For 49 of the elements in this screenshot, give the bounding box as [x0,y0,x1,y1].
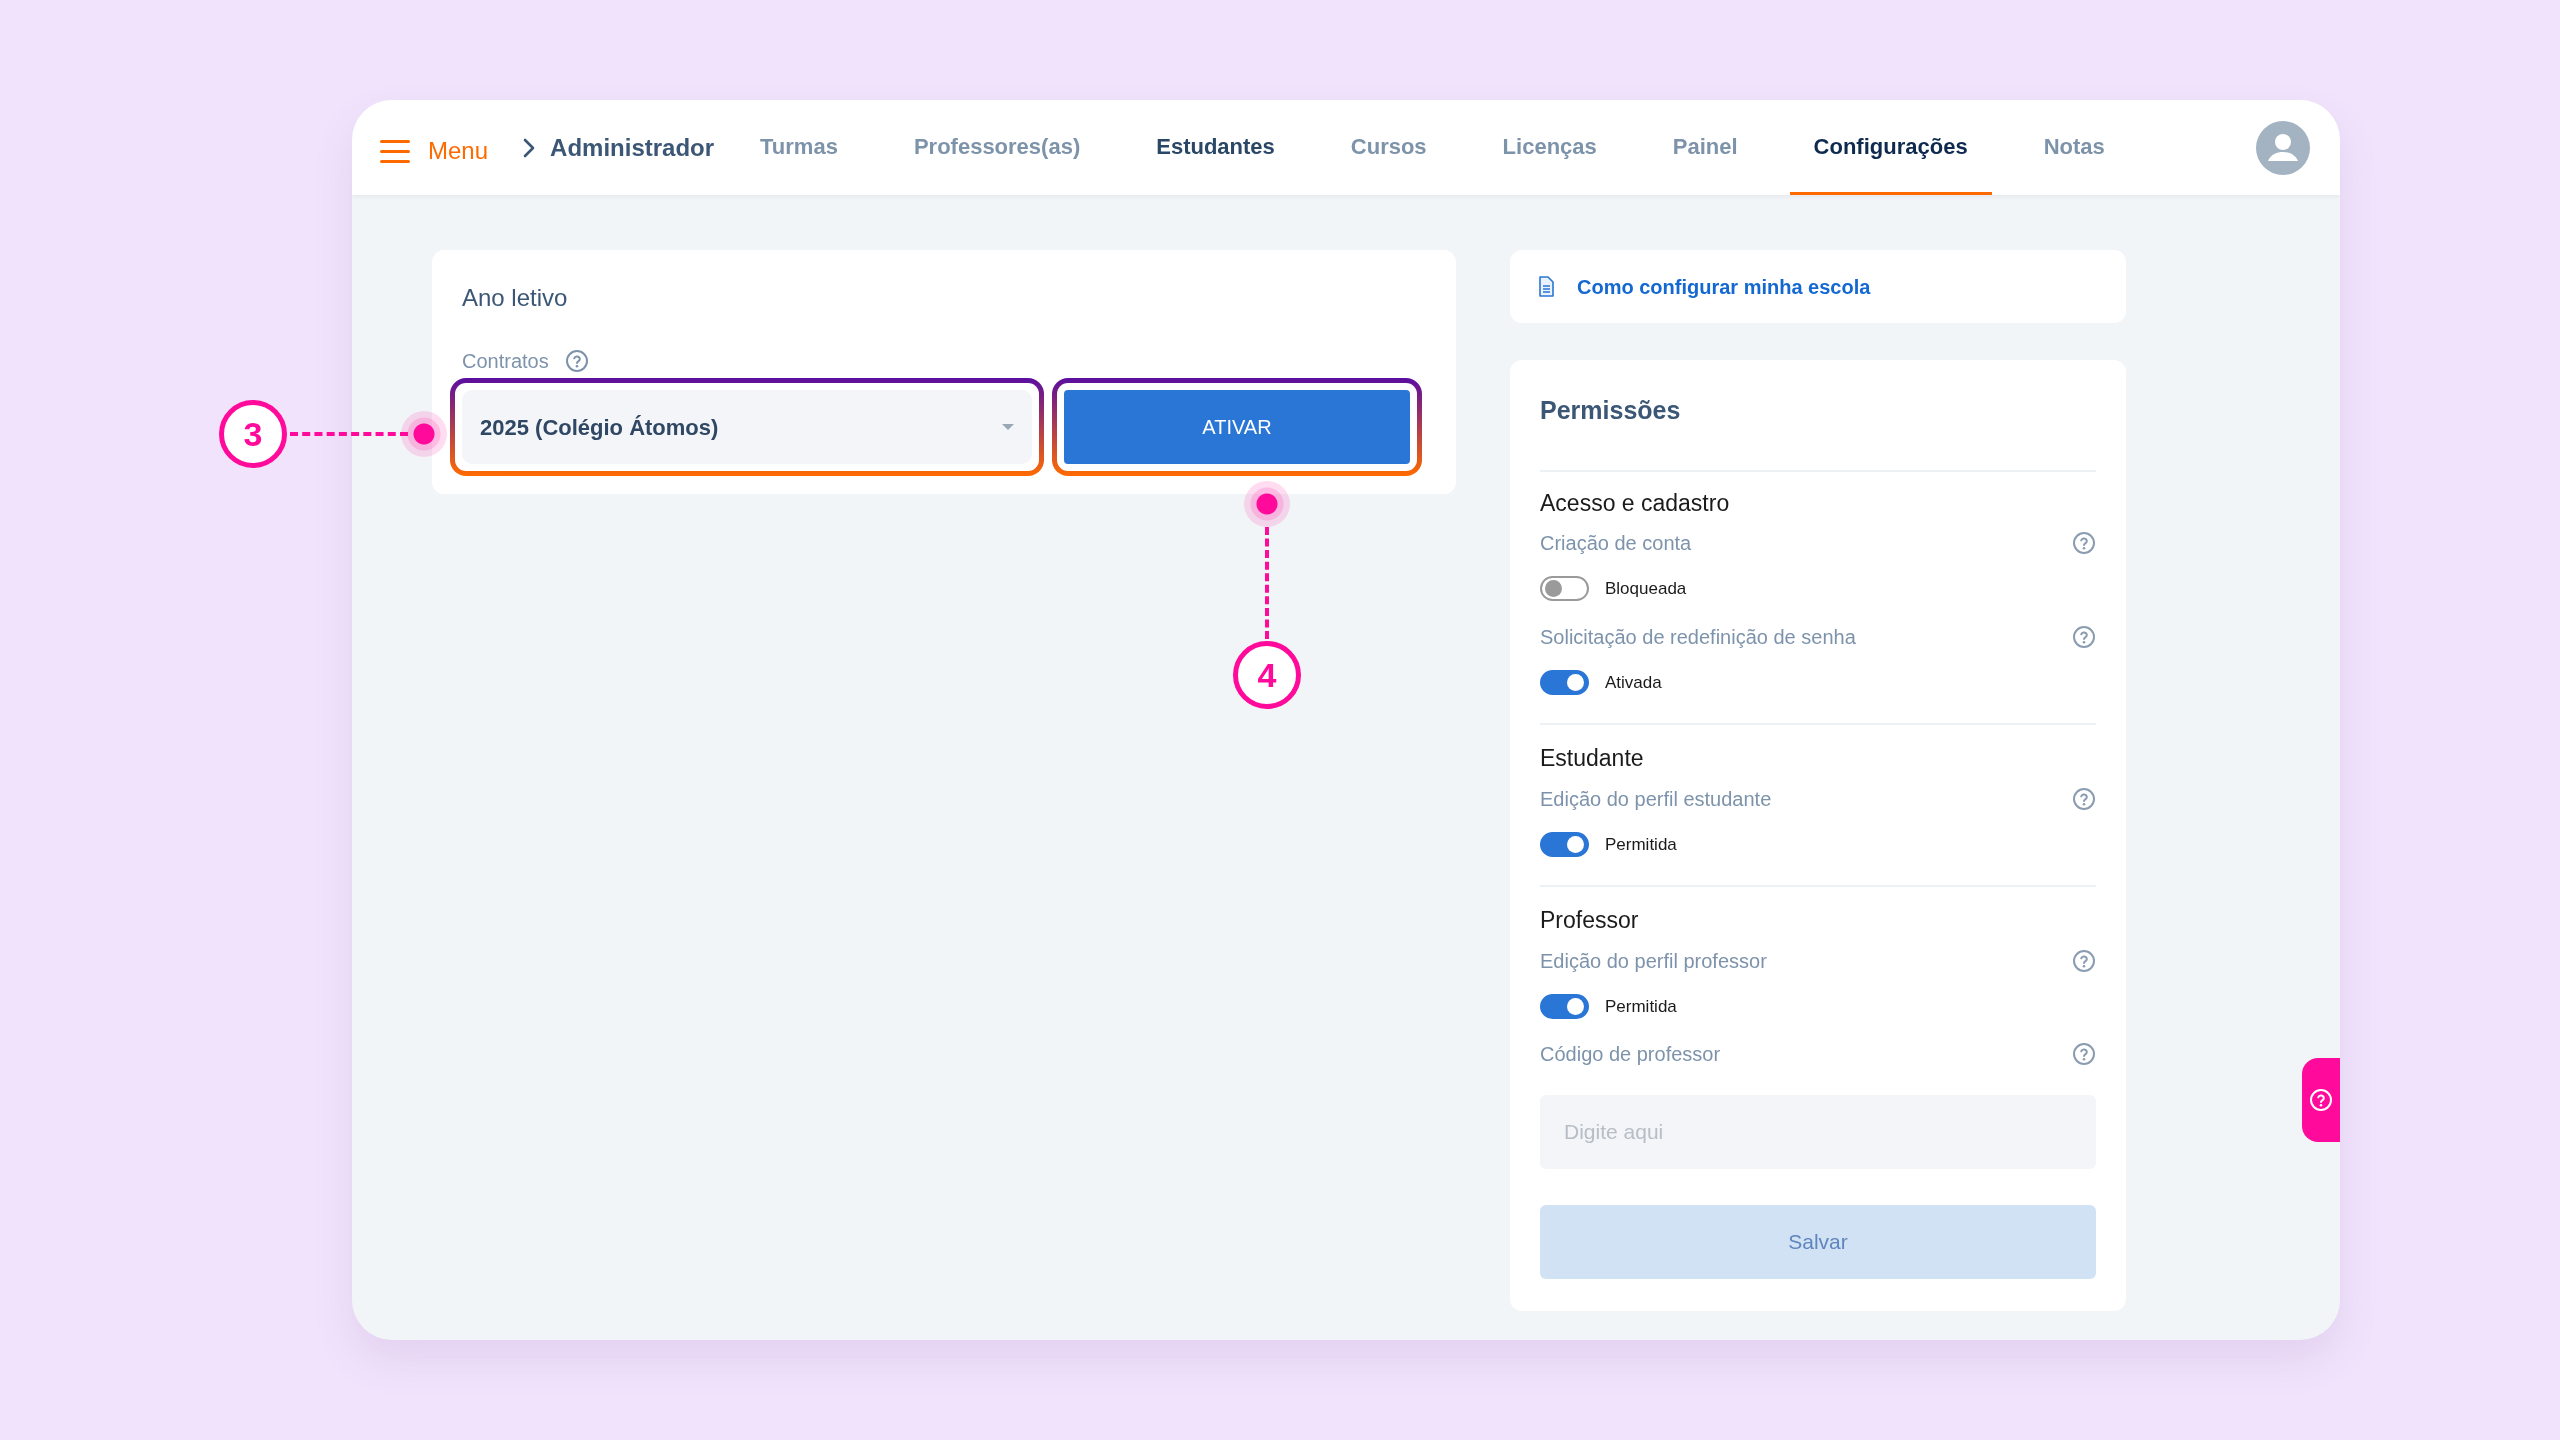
nav-tab[interactable]: Turmas [736,100,862,195]
toggle-state-label: Permitida [1605,833,1677,856]
nav-tab[interactable]: Estudantes [1132,100,1299,195]
nav-tab[interactable]: Painel [1648,100,1762,195]
callout-dot [401,411,447,457]
toggle-state-label: Permitida [1605,995,1677,1018]
help-icon [2309,1088,2333,1112]
nav-tab[interactable]: Professores(as) [889,100,1105,195]
section-title: Acesso e cadastro [1540,488,1731,518]
section-title: Professor [1540,906,1640,935]
setting-label: Criação de conta [1540,531,1692,556]
callout-dot [1244,481,1290,527]
toggle-switch[interactable] [1540,669,1589,695]
help-icon [2072,786,2096,811]
setting-label: Código de professor [1540,1042,1721,1067]
help-icon [2072,948,2096,973]
menu-icon [380,137,410,164]
nav-tab[interactable]: Licenças [1478,100,1621,195]
toggle-switch[interactable] [1540,993,1589,1019]
help-icon [2072,1042,2096,1066]
menu-button[interactable]: Menu [380,132,489,169]
text-input-field[interactable]: Digite aqui [1540,1095,2096,1169]
help-link[interactable]: Como configurar minha escola [1577,271,1871,302]
toggle-switch[interactable] [1540,831,1589,857]
help-tab[interactable] [2302,1058,2340,1142]
nav-tab[interactable]: Cursos [1326,100,1451,195]
setting-label: Edição do perfil estudante [1540,786,1772,812]
toggle-state-label: Ativada [1605,671,1662,694]
toggle-state-label: Bloqueada [1605,578,1687,600]
nav-tab[interactable]: Configurações [1789,100,1992,195]
document-icon [1538,276,1555,297]
caret-icon [1002,424,1014,430]
nav-tab[interactable]: Notas [2019,100,2129,195]
section-title: Estudante [1540,744,1645,773]
help-icon [2072,531,2096,555]
panel-title: Permissões [1540,395,1682,426]
toggle-switch[interactable] [1540,576,1589,602]
card-title: Ano letivo [462,283,569,313]
help-icon [564,349,589,373]
setting-label: Solicitação de redefinição de senha [1540,624,1856,650]
contract-select[interactable]: 2025 (Colégio Átomos) [462,390,1032,464]
help-icon [2072,624,2096,649]
field-label: Contratos [462,349,549,374]
setting-label: Edição do perfil professor [1540,948,1767,974]
chevron-icon [522,137,537,158]
breadcrumb: Administrador [550,132,715,163]
activate-button[interactable]: ATIVAR [1064,390,1410,464]
select-value: 2025 (Colégio Átomos) [480,413,719,442]
callout-marker: 3 [219,400,287,468]
